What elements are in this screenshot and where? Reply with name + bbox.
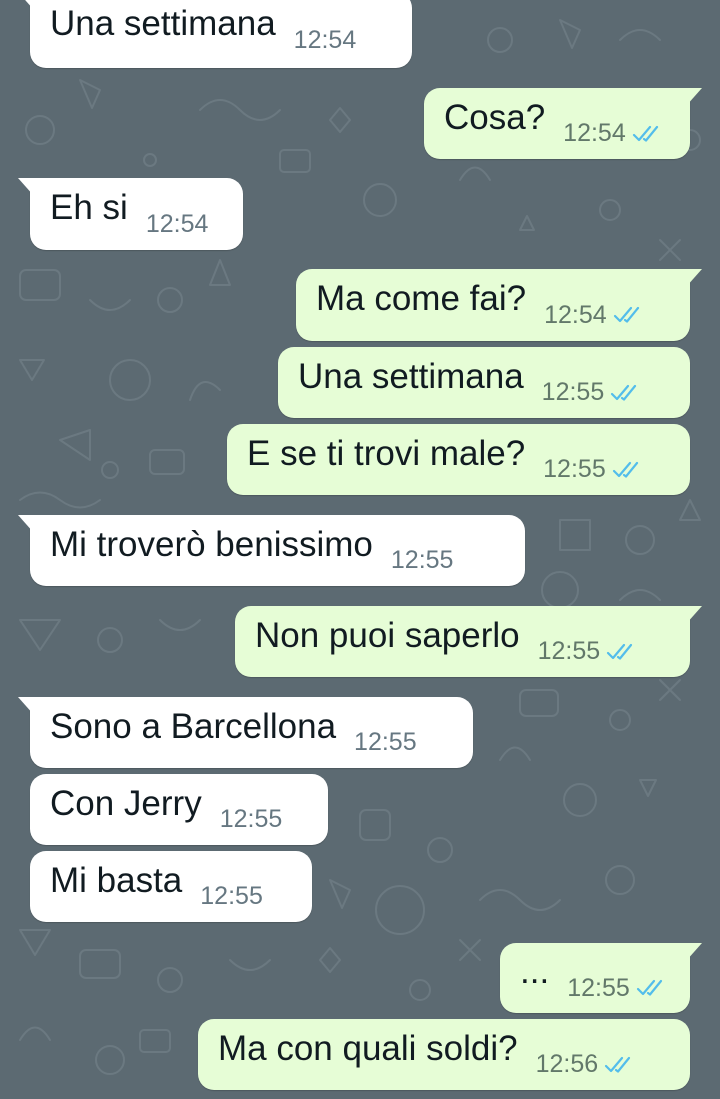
message-bubble-incoming[interactable]: Mi basta 12:55 [30, 851, 312, 922]
message-text: Cosa? [444, 97, 546, 137]
message-meta: 12:55 [567, 974, 666, 1003]
message-bubble-outgoing[interactable]: Una settimana 12:55 [278, 347, 690, 418]
bubble-tail [686, 943, 702, 961]
double-check-icon [636, 979, 662, 996]
message-bubble-outgoing[interactable]: E se ti trovi male? 12:55 [227, 424, 690, 495]
message-text: ... [520, 952, 550, 991]
message-text: Una settimana [50, 4, 276, 43]
message-meta: 12:55 [391, 546, 454, 575]
message-meta: 12:55 [354, 728, 417, 757]
message-text: Sono a Barcellona [50, 706, 337, 746]
bubble-tail [686, 269, 702, 287]
message-bubble-outgoing[interactable]: Non puoi saperlo 12:55 [235, 606, 702, 677]
message-text: E se ti trovi male? [247, 433, 526, 473]
message-bubble-outgoing[interactable]: Ma con quali soldi? 12:56 [198, 1019, 690, 1090]
double-check-icon [613, 306, 639, 323]
bubble-tail [686, 88, 702, 106]
double-check-icon [611, 384, 637, 401]
message-text: Ma con quali soldi? [218, 1028, 518, 1068]
message-meta: 12:54 [146, 210, 209, 239]
bubble-tail [18, 515, 34, 533]
message-meta: 12:54 [294, 26, 357, 55]
double-check-icon [607, 643, 633, 660]
message-meta: 12:54 [563, 119, 662, 148]
message-text: Una settimana [298, 356, 524, 396]
message-time: 12:54 [145, 209, 209, 238]
message-bubble-outgoing[interactable]: ... 12:55 [500, 943, 702, 1013]
message-text: Mi basta [50, 860, 183, 900]
message-time: 12:55 [200, 882, 263, 910]
double-check-icon [632, 125, 658, 142]
message-text: Eh si [50, 188, 128, 227]
message-bubble-incoming[interactable]: Sono a Barcellona 12:55 [18, 697, 473, 768]
message-time: 12:55 [537, 637, 601, 665]
chat-area[interactable]: Una settimana 12:54 Cosa? 12:54 Eh si 12… [0, 0, 720, 1099]
message-time: 12:54 [293, 25, 357, 54]
double-check-icon [612, 461, 638, 478]
message-time: 12:55 [390, 546, 454, 574]
message-meta: 12:55 [542, 378, 641, 407]
bubble-tail [18, 697, 34, 715]
double-check-icon [605, 1056, 631, 1073]
message-text: Ma come fai? [316, 279, 527, 318]
message-time: 12:55 [354, 728, 417, 756]
message-meta: 12:56 [536, 1050, 635, 1079]
message-text: Con Jerry [50, 783, 202, 823]
message-bubble-outgoing[interactable]: Ma come fai? 12:54 [296, 269, 702, 341]
message-time: 12:55 [543, 455, 606, 483]
bubble-tail [18, 0, 34, 10]
message-bubble-outgoing[interactable]: Cosa? 12:54 [424, 88, 702, 159]
message-time: 12:55 [541, 378, 605, 406]
message-text: Mi troverò benissimo [50, 524, 373, 564]
message-bubble-incoming[interactable]: Con Jerry 12:55 [30, 774, 328, 845]
message-meta: 12:55 [538, 637, 637, 666]
message-bubble-incoming[interactable]: Una settimana 12:54 [18, 0, 412, 68]
bubble-tail [686, 606, 702, 624]
message-meta: 12:55 [543, 455, 642, 484]
bubble-tail [18, 178, 34, 196]
message-time: 12:55 [567, 973, 630, 1002]
message-time: 12:56 [535, 1050, 599, 1078]
message-meta: 12:54 [544, 301, 643, 330]
message-time: 12:54 [544, 300, 607, 329]
message-bubble-incoming[interactable]: Mi troverò benissimo 12:55 [18, 515, 525, 586]
message-text: Non puoi saperlo [255, 615, 520, 655]
message-meta: 12:55 [220, 805, 283, 834]
message-bubble-incoming[interactable]: Eh si 12:54 [18, 178, 243, 250]
message-time: 12:55 [219, 805, 283, 833]
message-meta: 12:55 [200, 882, 263, 911]
message-time: 12:54 [563, 119, 626, 147]
